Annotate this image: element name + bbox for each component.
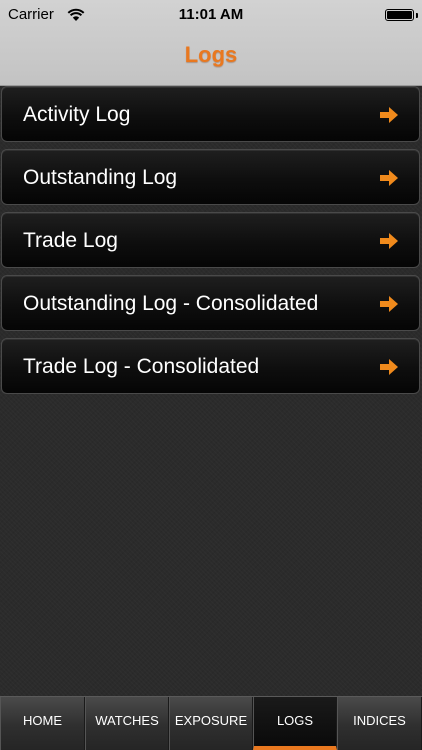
arrow-right-icon: [380, 359, 398, 375]
logs-list-area: Activity Log Outstanding Log Trade Log O…: [0, 86, 422, 696]
arrow-right-icon: [380, 107, 398, 123]
status-bar: Carrier 11:01 AM: [0, 0, 422, 30]
battery-tip: [416, 13, 418, 18]
row-label: Activity Log: [23, 103, 131, 126]
app-screen: Carrier 11:01 AM Logs Activity Log Outst…: [0, 0, 422, 750]
log-row-outstanding-log[interactable]: Outstanding Log: [1, 149, 420, 205]
tab-logs[interactable]: LOGS: [253, 697, 337, 750]
row-label: Outstanding Log: [23, 166, 178, 189]
log-row-trade-log[interactable]: Trade Log: [1, 212, 420, 268]
log-row-activity-log[interactable]: Activity Log: [1, 86, 420, 142]
log-row-trade-log-consolidated[interactable]: Trade Log - Consolidated: [1, 338, 420, 394]
row-label: Outstanding Log - Consolidated: [23, 292, 319, 315]
tab-bar: HOME WATCHES EXPOSURE LOGS INDICES: [0, 696, 422, 750]
status-time: 11:01 AM: [178, 6, 244, 23]
arrow-right-icon: [380, 233, 398, 249]
tab-exposure[interactable]: EXPOSURE: [169, 697, 253, 750]
log-row-outstanding-log-consolidated[interactable]: Outstanding Log - Consolidated: [1, 275, 420, 331]
row-label: Trade Log - Consolidated: [23, 355, 260, 378]
top-bar: Carrier 11:01 AM Logs: [0, 0, 422, 86]
battery-icon: [385, 9, 414, 21]
arrow-right-icon: [380, 296, 398, 312]
row-label: Trade Log: [23, 229, 118, 252]
page-title: Logs: [184, 42, 238, 67]
tab-home[interactable]: HOME: [0, 697, 85, 750]
arrow-right-icon: [380, 170, 398, 186]
tab-indices[interactable]: INDICES: [337, 697, 422, 750]
tab-watches[interactable]: WATCHES: [85, 697, 169, 750]
